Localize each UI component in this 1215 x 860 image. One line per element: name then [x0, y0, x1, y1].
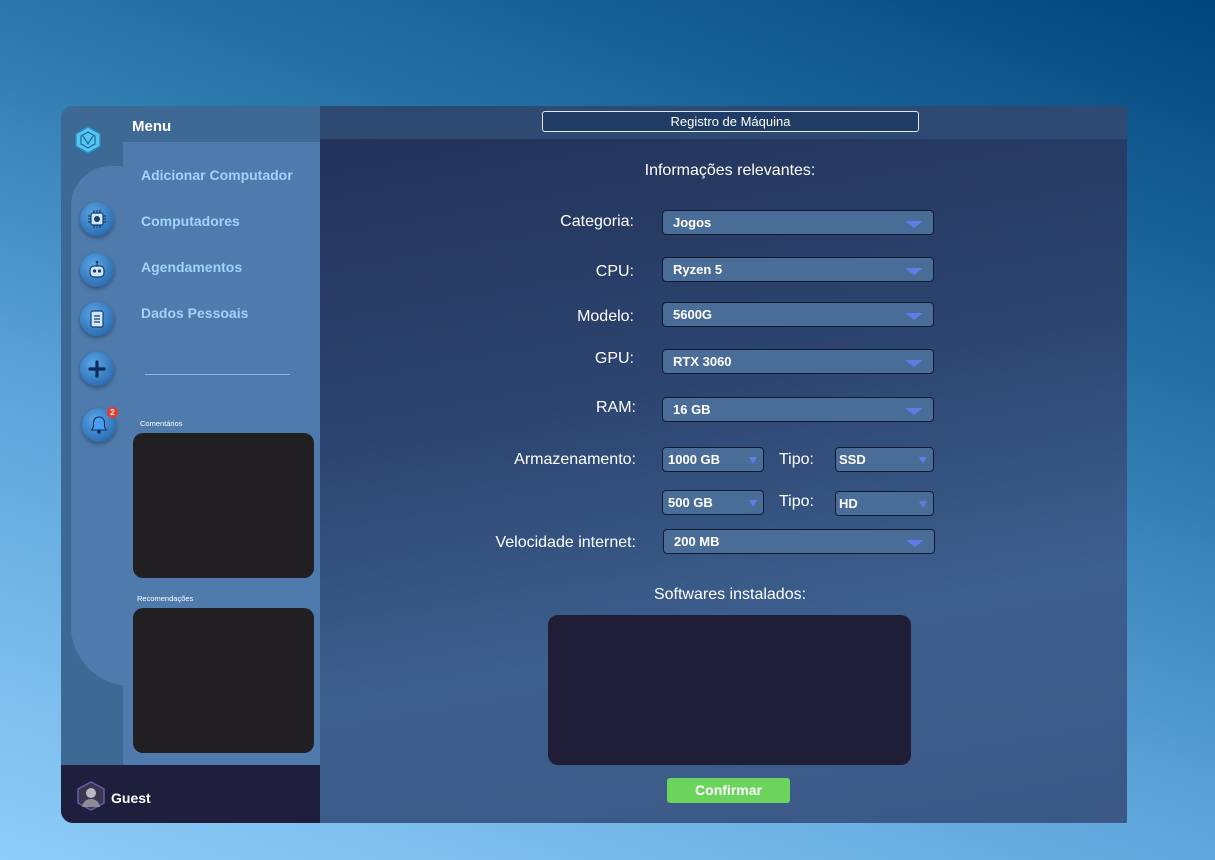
categoria-label: Categoria:: [560, 213, 634, 230]
armazenamento-tipo-value-2: HD: [839, 496, 858, 511]
computer-chip-icon[interactable]: [80, 202, 114, 236]
relevant-info-title: Informações relevantes:: [644, 162, 816, 179]
chevron-down-icon: [905, 268, 923, 275]
chevron-down-icon: [906, 540, 924, 547]
internet-select[interactable]: 200 MB: [663, 529, 935, 554]
chevron-down-icon: [919, 457, 927, 464]
armazenamento-tipo-select-2[interactable]: HD: [835, 491, 934, 516]
modelo-value: 5600G: [673, 307, 713, 322]
categoria-value: Jogos: [673, 215, 712, 230]
avatar[interactable]: [76, 781, 106, 811]
armazenamento-label: Armazenamento:: [514, 451, 636, 468]
armazenamento-size-select-1[interactable]: 1000 GB: [662, 447, 764, 472]
cpu-value: Ryzen 5: [673, 262, 723, 277]
chevron-down-icon: [919, 501, 927, 508]
page-title: Registro de Máquina: [542, 111, 919, 132]
menu-title: Menu: [132, 118, 172, 135]
main-content: Registro de Máquina Informações relevant…: [320, 106, 1127, 823]
chevron-down-icon: [905, 408, 923, 415]
ram-label: RAM:: [596, 399, 636, 416]
comments-panel[interactable]: [133, 433, 314, 578]
armazenamento-size-select-2[interactable]: 500 GB: [662, 490, 764, 515]
chevron-down-icon: [749, 500, 757, 507]
notification-bell-icon[interactable]: 2: [82, 407, 118, 442]
user-bar: Guest: [61, 765, 320, 823]
sidebar-item-agendamentos[interactable]: Agendamentos: [141, 259, 242, 275]
robot-icon[interactable]: [80, 253, 114, 287]
armazenamento-tipo-select-1[interactable]: SSD: [835, 447, 934, 472]
app-window: 2 Menu Adicionar Computador Computadores…: [61, 106, 1127, 823]
confirm-button[interactable]: Confirmar: [667, 778, 790, 803]
chevron-down-icon: [905, 360, 923, 367]
chevron-down-icon: [905, 313, 923, 320]
cpu-select[interactable]: Ryzen 5: [662, 257, 934, 282]
internet-value: 200 MB: [674, 534, 720, 549]
software-list[interactable]: [548, 615, 911, 765]
categoria-select[interactable]: Jogos: [662, 210, 934, 235]
logo-icon: [75, 126, 101, 154]
gpu-label: GPU:: [594, 350, 634, 367]
cpu-label: CPU:: [595, 263, 634, 280]
recommendations-label: Recomendações: [137, 594, 194, 603]
modelo-label: Modelo:: [577, 308, 634, 325]
notification-badge: 2: [107, 407, 118, 418]
gpu-value: RTX 3060: [673, 354, 732, 369]
recommendations-panel[interactable]: [133, 608, 314, 753]
tipo-label-1: Tipo:: [779, 451, 814, 468]
gpu-select[interactable]: RTX 3060: [662, 349, 934, 374]
sidebar-item-computadores[interactable]: Computadores: [141, 213, 240, 229]
armazenamento-size-value-1: 1000 GB: [668, 452, 721, 467]
chevron-down-icon: [749, 457, 757, 464]
armazenamento-size-value-2: 500 GB: [668, 495, 713, 510]
sidebar-item-dados-pessoais[interactable]: Dados Pessoais: [141, 305, 248, 321]
checklist-icon[interactable]: [80, 302, 114, 336]
user-name: Guest: [111, 790, 151, 806]
comments-label: Comentários: [140, 419, 183, 428]
software-title: Softwares instalados:: [653, 586, 807, 603]
ram-select[interactable]: 16 GB: [662, 397, 934, 422]
sidebar-item-adicionar-computador[interactable]: Adicionar Computador: [141, 167, 293, 183]
sidebar-menu: Menu Adicionar Computador Computadores A…: [123, 106, 320, 765]
add-icon[interactable]: [80, 352, 114, 386]
modelo-select[interactable]: 5600G: [662, 302, 934, 327]
chevron-down-icon: [905, 221, 923, 228]
tipo-label-2: Tipo:: [779, 493, 814, 510]
armazenamento-tipo-value-1: SSD: [839, 452, 866, 467]
menu-divider: [145, 374, 290, 375]
ram-value: 16 GB: [673, 402, 711, 417]
internet-label: Velocidade internet:: [495, 534, 636, 551]
